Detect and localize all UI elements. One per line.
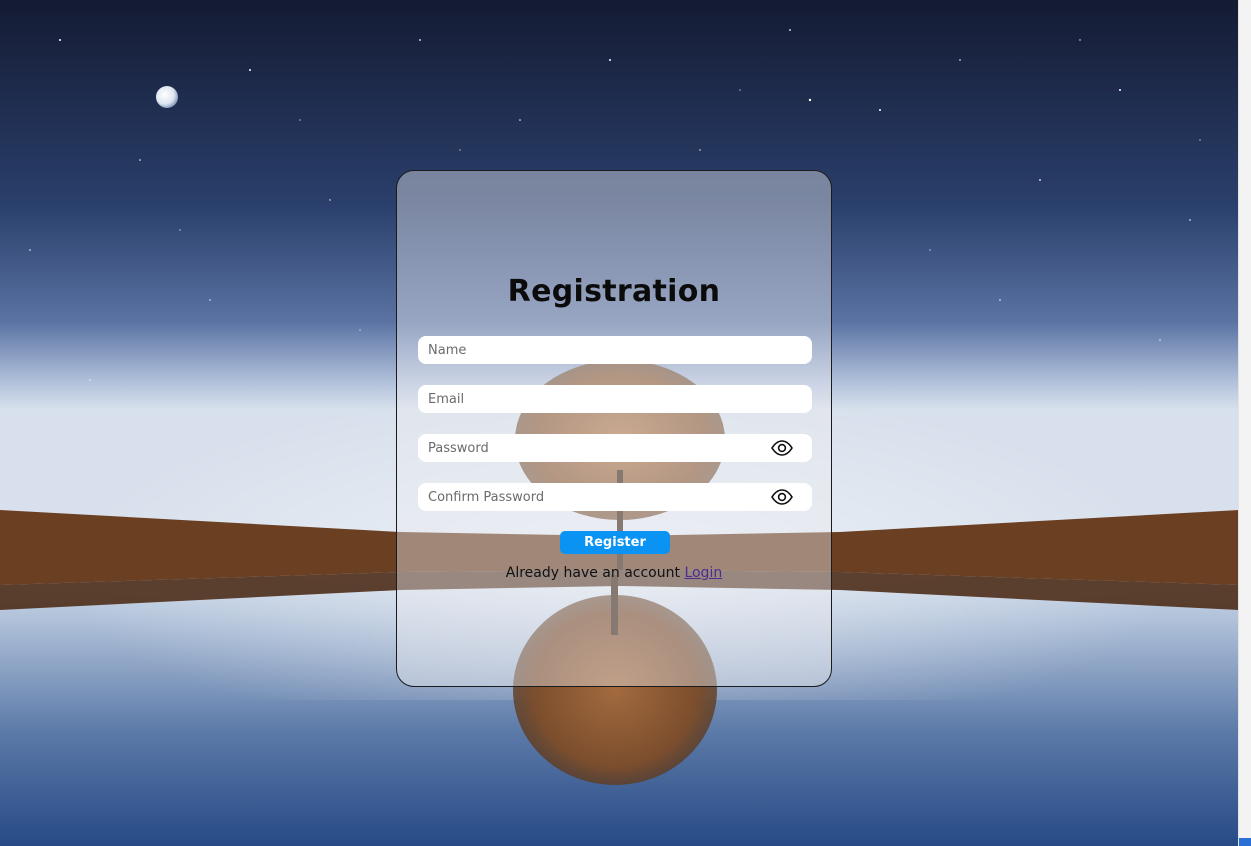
scrollbar[interactable]	[1238, 0, 1251, 846]
confirm-password-field-wrapper	[418, 483, 812, 511]
email-field-wrapper	[418, 385, 812, 413]
name-input[interactable]	[418, 337, 758, 363]
registration-page: Registration Re	[0, 0, 1251, 846]
login-link[interactable]: Login	[684, 565, 722, 581]
confirm-password-input[interactable]	[418, 484, 758, 510]
register-button[interactable]: Register	[560, 531, 670, 554]
email-input[interactable]	[418, 386, 758, 412]
login-prompt: Already have an account Login	[397, 565, 831, 581]
eye-icon[interactable]	[771, 439, 793, 457]
moon	[156, 86, 178, 108]
registration-card: Registration Re	[396, 170, 832, 687]
registration-title: Registration	[507, 274, 721, 309]
password-input[interactable]	[418, 435, 758, 461]
login-prompt-text: Already have an account	[505, 565, 680, 581]
scrollbar-bottom-marker	[1239, 838, 1251, 846]
name-field-wrapper	[418, 336, 812, 364]
eye-icon[interactable]	[771, 488, 793, 506]
password-field-wrapper	[418, 434, 812, 462]
